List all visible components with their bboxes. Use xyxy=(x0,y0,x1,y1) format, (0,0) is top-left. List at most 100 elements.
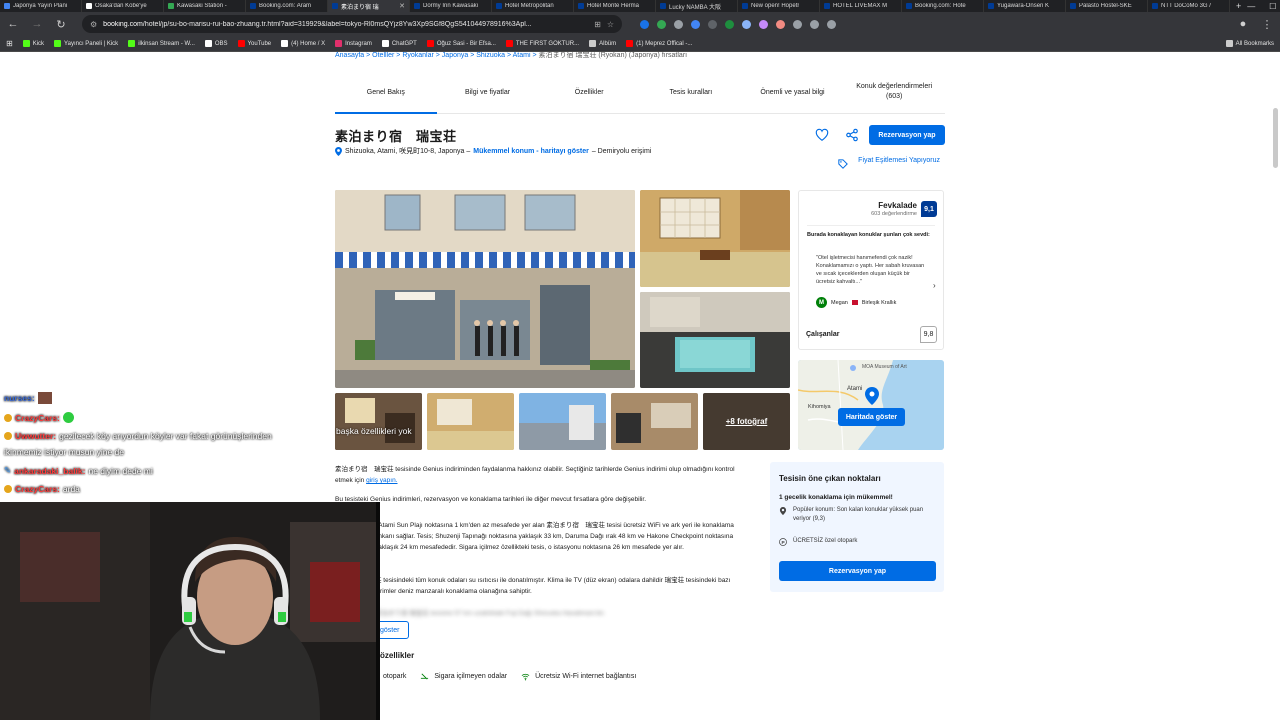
flag-icon xyxy=(851,300,858,305)
bookmark-star-icon[interactable]: ☆ xyxy=(607,20,614,29)
extension-icon[interactable] xyxy=(759,19,768,29)
bath-photo[interactable] xyxy=(640,292,790,388)
browser-tab[interactable]: NTT DoCoMo 3G / xyxy=(1148,0,1230,12)
extension-icon[interactable] xyxy=(725,19,734,29)
photo-thumbnail[interactable] xyxy=(519,393,606,450)
browser-tab[interactable]: Kawasaki Station - xyxy=(164,0,246,12)
hotel-name: 素泊まり宿 瑞宝荘 xyxy=(335,129,457,144)
bookmark-item[interactable]: (4) Home / X xyxy=(281,40,325,47)
forward-icon[interactable]: → xyxy=(30,18,44,30)
more-photos-label[interactable]: +8 fotoğraf xyxy=(703,393,790,450)
bookmark-item[interactable]: Albüm xyxy=(589,40,616,47)
bookmark-item[interactable]: Yayıncı Paneli | Kick xyxy=(54,40,118,47)
browser-tab[interactable]: Dormy Inn Kawasaki xyxy=(410,0,492,12)
new-tab-button[interactable]: + xyxy=(1230,1,1247,11)
badge-icon xyxy=(4,485,12,493)
browser-tab[interactable]: Osaka'dan Kobe'ye xyxy=(82,0,164,12)
browser-tab[interactable]: New open! Hopetr xyxy=(738,0,820,12)
extension-icon[interactable] xyxy=(640,19,649,29)
browser-tab[interactable]: Booking.com: Aram xyxy=(246,0,328,12)
highlight-parking-text: ÜCRETSİZ özel otopark xyxy=(793,538,858,544)
bookmark-item[interactable]: OBS xyxy=(204,40,228,47)
profile-icon[interactable]: ● xyxy=(1236,18,1250,30)
hotel-main-photo[interactable] xyxy=(335,190,635,388)
bookmarks-bar: ⊞ Kick Yayıncı Paneli | Kick ilkinsan Stre… xyxy=(0,36,1280,52)
login-link[interactable]: giriş yapın. xyxy=(366,477,397,484)
bookmark-label: OBS xyxy=(214,40,228,47)
apps-icon[interactable]: ⊞ xyxy=(6,39,13,48)
rating-word: Fevkalade xyxy=(878,201,917,210)
staff-label: Çalışanlar xyxy=(806,331,840,338)
extension-icon[interactable] xyxy=(810,19,819,29)
price-match-link[interactable]: Fiyat Eşitlemesi Yapıyoruz xyxy=(856,155,940,166)
browser-tab[interactable]: Yugawara-Onsen K xyxy=(984,0,1066,12)
browser-toolbar: ← → ↻ ⚙ booking.com/hotel/jp/su-bo-maris… xyxy=(0,12,1280,36)
extension-icon[interactable] xyxy=(776,19,785,29)
extension-icon[interactable] xyxy=(793,19,802,29)
photo-thumbnail[interactable] xyxy=(427,393,514,450)
browser-tab[interactable]: HOTEL LIVEMAX M xyxy=(820,0,902,12)
extension-icon[interactable] xyxy=(742,19,751,29)
browser-tab[interactable]: Hotel Monte Herma xyxy=(574,0,656,12)
browser-tab[interactable]: Japonya Yayın Plani xyxy=(0,0,82,12)
property-tab[interactable]: Tesis kuralları xyxy=(640,74,742,113)
browser-tab[interactable]: Palasto Hostel-SKE xyxy=(1066,0,1148,12)
property-tab[interactable]: Önemli ve yasal bilgi xyxy=(742,74,844,113)
photo-thumbnail[interactable] xyxy=(335,393,422,450)
bookmark-item[interactable]: Oğuz Sasi - Bir Efsa... xyxy=(426,40,496,47)
bookmark-label: YouTube xyxy=(247,40,272,47)
breadcrumb-links[interactable]: Anasayfa > Otelller > Ryokanlar > Japony… xyxy=(335,52,537,59)
stream-chat: nurses: CrazyCars: Uwwutter: gezilecek k… xyxy=(0,388,335,500)
property-tab[interactable]: Bilgi ve fiyatlar xyxy=(437,74,539,113)
browser-tab[interactable]: Hotel Metropolitan xyxy=(492,0,574,12)
all-bookmarks-button[interactable]: All Bookmarks xyxy=(1225,40,1274,47)
show-map-link[interactable]: Mükemmel konum - haritayı göster xyxy=(473,148,589,155)
map-preview[interactable]: MOA Museum of Art Atami Kihomiya xyxy=(798,360,944,450)
browser-tab[interactable]: Lucky NAMBA 大阪 xyxy=(656,0,738,12)
bookmark-item[interactable]: (1) Meprez Offical -... xyxy=(626,40,692,47)
bookmark-item[interactable]: Kick xyxy=(22,40,44,47)
property-tab[interactable]: Konuk değerlendirmeleri (603) xyxy=(843,74,945,113)
back-icon[interactable]: ← xyxy=(6,18,20,30)
extension-icon[interactable] xyxy=(691,19,700,29)
reload-icon[interactable]: ↻ xyxy=(54,18,68,31)
browser-tab[interactable]: 素泊まり宿 瑞 ✕ xyxy=(328,0,410,12)
close-tab-icon[interactable]: ✕ xyxy=(399,2,405,10)
minimize-icon[interactable]: — xyxy=(1247,2,1255,11)
maximize-icon[interactable]: ☐ xyxy=(1269,2,1276,11)
bookmark-item[interactable]: ChatGPT xyxy=(381,40,417,47)
bookmark-item[interactable]: THE FIRST GOKTUR... xyxy=(505,40,579,47)
photo-thumbnail[interactable] xyxy=(611,393,698,450)
translate-icon[interactable]: ⊞ xyxy=(594,20,601,29)
reserve-button[interactable]: Rezervasyon yap xyxy=(779,561,936,581)
facilities-title: özellikler xyxy=(380,651,415,660)
bookmark-item[interactable]: Instagram xyxy=(335,40,372,47)
tab-favicon-icon xyxy=(250,3,256,9)
chevron-right-icon[interactable]: › xyxy=(933,281,936,290)
bookmark-item[interactable]: ilkinsan Stream - W... xyxy=(128,40,195,47)
tab-title: Kawasaki Station - xyxy=(177,3,227,9)
property-tab[interactable]: Genel Bakış xyxy=(335,74,437,114)
more-photos-tile[interactable]: +8 fotoğraf xyxy=(703,393,790,450)
extension-icon[interactable] xyxy=(708,19,717,29)
tab-list: Japonya Yayın Plani Osaka'dan Kobe'ye Kawa… xyxy=(0,0,1230,12)
browser-tab[interactable]: Booking.com: Hote xyxy=(902,0,984,12)
share-icon[interactable] xyxy=(845,128,859,142)
extension-icon[interactable] xyxy=(827,19,836,29)
extension-icon[interactable] xyxy=(674,19,683,29)
reserve-button[interactable]: Rezervasyon yap xyxy=(869,125,945,145)
chat-message: ikinmemiz istiyor musun yine de xyxy=(4,447,124,457)
heart-icon[interactable] xyxy=(815,128,829,142)
menu-icon[interactable]: ⋮ xyxy=(1260,18,1274,31)
extension-icon[interactable] xyxy=(657,19,666,29)
room-photo[interactable] xyxy=(640,190,790,287)
bookmark-list: Kick Yayıncı Paneli | Kick ilkinsan Stream… xyxy=(22,40,692,47)
show-on-map-button[interactable]: Haritada göster xyxy=(838,408,905,426)
page-scrollbar[interactable] xyxy=(1273,108,1278,168)
address-bar[interactable]: ⚙ booking.com/hotel/jp/su-bo-marisu-rui-… xyxy=(82,15,622,33)
property-tab-count: (603) xyxy=(886,93,903,100)
bookmark-item[interactable]: YouTube xyxy=(237,40,272,47)
site-info-icon[interactable]: ⚙ xyxy=(90,20,97,29)
show-more-button[interactable]: göster xyxy=(375,621,409,639)
property-tab[interactable]: Özellikler xyxy=(538,74,640,113)
